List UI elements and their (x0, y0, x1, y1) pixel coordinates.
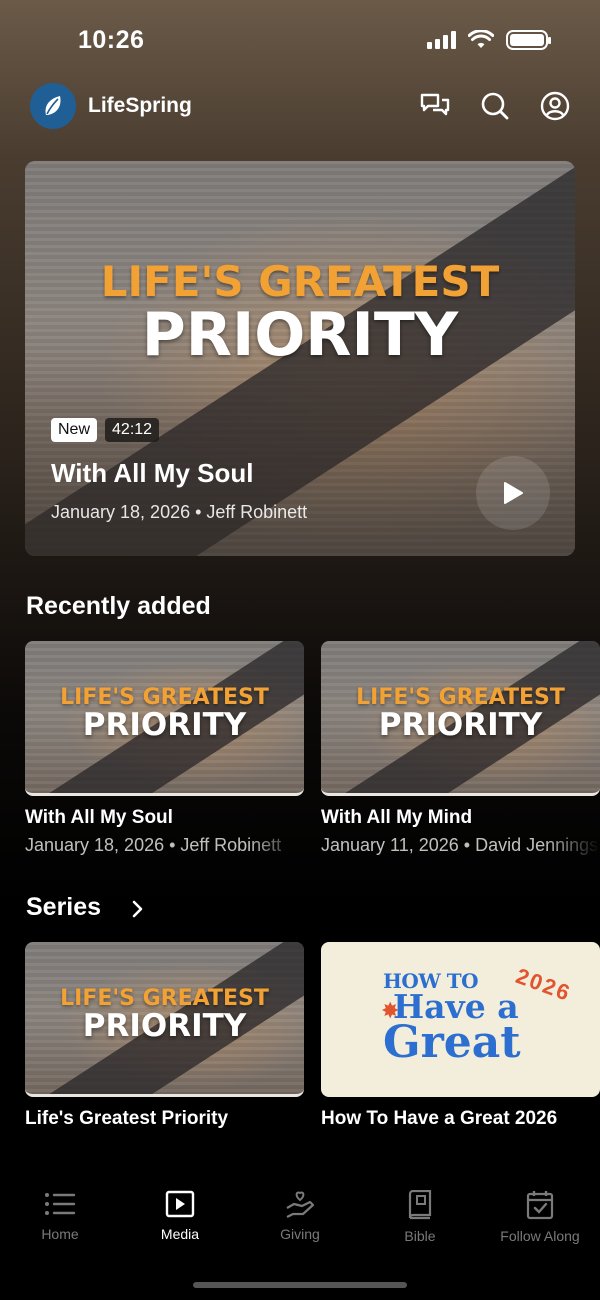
calendar-check-icon (526, 1191, 554, 1220)
series-title: How To Have a Great 2026 (321, 1108, 558, 1129)
list-icon (45, 1193, 76, 1215)
tab-label: Giving (280, 1226, 320, 1242)
book-icon (408, 1190, 432, 1220)
wifi-icon (468, 30, 494, 48)
cellular-signal-icon (427, 31, 456, 49)
header-actions (420, 91, 570, 121)
tab-label: Bible (404, 1228, 436, 1244)
media-meta: January 18, 2026 • Jeff Robinett (25, 835, 282, 855)
app-header: LifeSpring (30, 82, 570, 130)
tab-home[interactable]: Home (0, 1190, 120, 1260)
home-indicator (193, 1282, 407, 1288)
play-icon (504, 482, 523, 504)
thumb-art-title: LIFE'S GREATEST PRIORITY (321, 687, 600, 741)
tab-bar: Home Media Giving Bible Follow Along (0, 1190, 600, 1260)
status-icons (427, 30, 551, 50)
thumb-art-title: LIFE'S GREATEST PRIORITY (25, 988, 304, 1042)
hand-heart-icon (286, 1191, 315, 1218)
chat-icon[interactable] (420, 92, 450, 120)
recently-added-heading: Recently added (26, 592, 211, 620)
series-art-year: 2026 (512, 963, 575, 1007)
new-badge: New (51, 418, 98, 442)
hero-meta: January 18, 2026 • Jeff Robinett (51, 502, 308, 522)
tab-giving[interactable]: Giving (240, 1190, 360, 1260)
media-card[interactable]: LIFE'S GREATEST PRIORITY With All My Sou… (25, 641, 304, 856)
thumb-art-line2: PRIORITY (82, 707, 247, 743)
series-heading[interactable]: Series (26, 893, 101, 922)
thumb-art-title: LIFE'S GREATEST PRIORITY (25, 687, 304, 741)
battery-icon (506, 30, 551, 50)
chevron-right-icon[interactable] (131, 900, 145, 918)
play-button[interactable] (476, 456, 550, 530)
hero-title: With All My Soul (51, 458, 254, 488)
featured-sermon-card[interactable]: LIFE'S GREATEST PRIORITY New 42:12 With … (25, 161, 575, 556)
media-thumbnail: LIFE'S GREATEST PRIORITY (25, 641, 304, 796)
search-icon[interactable] (480, 91, 510, 121)
series-card[interactable]: LIFE'S GREATEST PRIORITY Life's Greatest… (25, 942, 304, 1130)
series-thumbnail: ✸ HOW TO Have a Great 2026 (321, 942, 600, 1097)
media-meta: January 11, 2026 • David Jennings (321, 835, 599, 855)
app-title: LifeSpring (88, 94, 192, 117)
duration-badge: 42:12 (105, 418, 160, 442)
thumb-art-line2: PRIORITY (82, 1008, 247, 1044)
play-square-icon (165, 1190, 195, 1218)
tab-label: Media (160, 1226, 200, 1242)
thumb-art-line1: LIFE'S GREATEST (60, 986, 269, 1011)
status-time: 10:26 (78, 26, 145, 54)
thumb-art-line1: LIFE'S GREATEST (356, 685, 565, 710)
thumb-art-line2: PRIORITY (378, 707, 543, 743)
media-thumbnail: LIFE'S GREATEST PRIORITY (321, 641, 600, 796)
leaf-logo-icon[interactable] (30, 83, 76, 129)
tab-media[interactable]: Media (120, 1190, 240, 1260)
media-title: With All My Soul (25, 807, 173, 828)
series-card[interactable]: ✸ HOW TO Have a Great 2026 How To Have a… (321, 942, 600, 1130)
series-thumbnail: LIFE'S GREATEST PRIORITY (25, 942, 304, 1097)
hero-art-line1: LIFE'S GREATEST (100, 257, 500, 306)
tab-bible[interactable]: Bible (360, 1190, 480, 1260)
series-art-line-c: Great (383, 1017, 521, 1069)
media-card[interactable]: LIFE'S GREATEST PRIORITY With All My Min… (321, 641, 600, 856)
tab-label: Home (41, 1226, 79, 1242)
hero-badges: New 42:12 (51, 418, 160, 442)
tab-label: Follow Along (500, 1228, 580, 1244)
hero-art-line2: PRIORITY (141, 300, 459, 370)
profile-icon[interactable] (540, 91, 570, 121)
tab-follow-along[interactable]: Follow Along (480, 1190, 600, 1260)
thumb-art-line1: LIFE'S GREATEST (60, 685, 269, 710)
hero-art-title: LIFE'S GREATEST PRIORITY (25, 257, 575, 370)
media-title: With All My Mind (321, 807, 473, 828)
status-bar: 10:26 (0, 0, 600, 80)
series-title: Life's Greatest Priority (25, 1108, 229, 1129)
series-art-title: HOW TO Have a Great (383, 971, 521, 1069)
